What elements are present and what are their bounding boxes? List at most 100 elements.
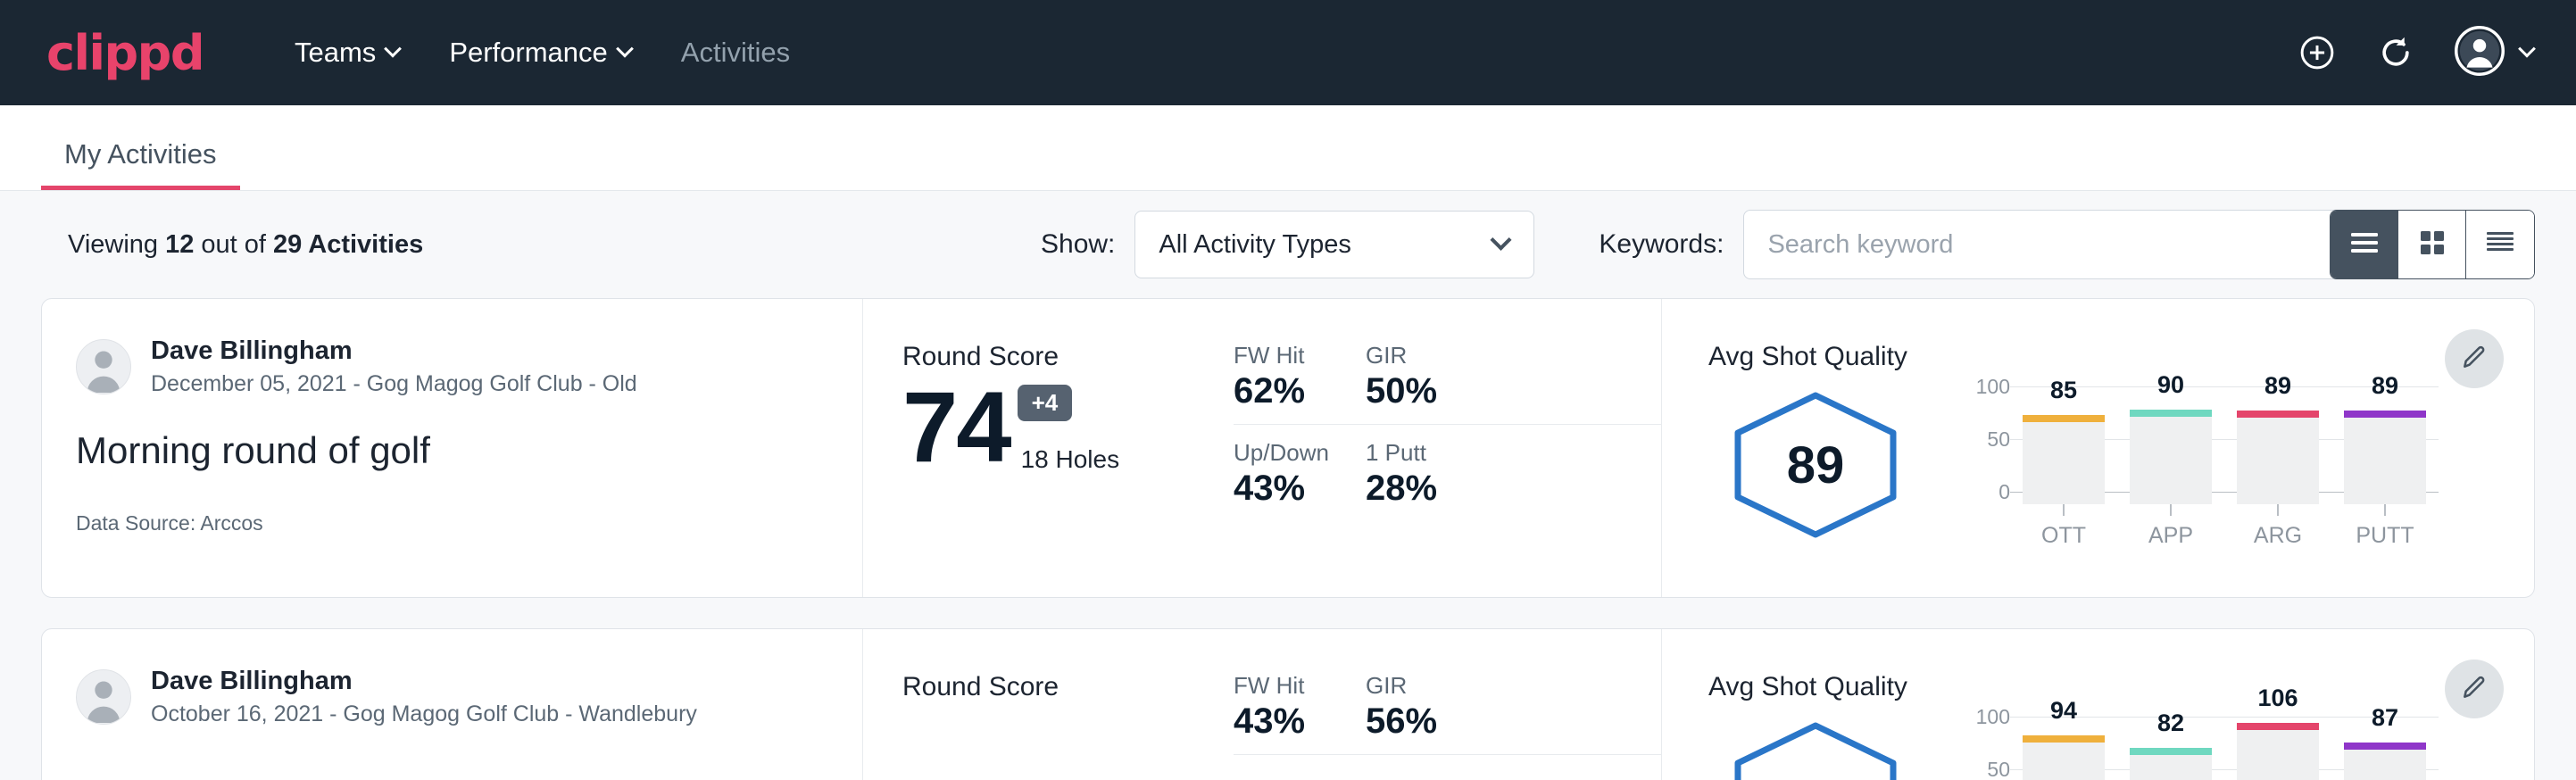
chevron-down-icon [616,40,634,58]
activity-info: Dave Billingham October 16, 2021 - Gog M… [42,629,863,780]
brand-logo[interactable]: clippd [46,25,204,81]
x-tick-label: PUTT [2356,523,2414,549]
nav-item-activities[interactable]: Activities [656,28,815,78]
x-tick-label: ARG [2254,523,2302,549]
bar-group-putt: 89 [2344,386,2426,504]
page-body: Viewing 12 out of 29 Activities Show: Al… [0,191,2576,780]
avatar [76,339,131,394]
x-tick-putt: PUTT [2344,504,2426,549]
round-stats-section: FW Hit 62% GIR 50% Up/Down 43% 1 Putt 28… [1234,299,1662,597]
tab-my-activities[interactable]: My Activities [41,138,240,190]
tab-bar: My Activities [0,105,2576,191]
viewing-summary: Viewing 12 out of 29 Activities [68,230,423,260]
stat-fw-hit-label: FW Hit [1234,342,1328,369]
refresh-icon[interactable] [2376,33,2415,72]
bar [2130,748,2212,780]
compact-list-icon [2485,229,2515,261]
bar-group-putt: 87 [2344,717,2426,780]
stat-one-putt: 1 Putt 28% [1366,439,1661,509]
avg-shot-quality-section: Avg Shot Quality 100 50 [1662,629,2534,780]
bar-group-arg: 89 [2237,386,2319,504]
chevron-down-icon [384,40,402,58]
viewing-prefix: Viewing [68,230,165,259]
bar-group-ott: 85 [2023,386,2105,504]
plus-circle-icon[interactable] [2298,33,2337,72]
bar-cap [2023,735,2105,743]
stat-fw-hit-value: 43% [1234,701,1328,742]
holes-label: 18 Holes [1021,445,1120,474]
bar-value-label: 89 [2237,372,2319,400]
chart-y-axis: 100 50 0 [1955,717,2010,780]
shot-quality-bar-chart: 100 50 0 948210687 OTTAPPARGPUTT [1955,711,2439,780]
list-view-button[interactable] [2331,211,2398,278]
grid-view-button[interactable] [2398,211,2466,278]
show-label: Show: [1041,229,1115,260]
activity-meta: October 16, 2021 - Gog Magog Golf Club -… [151,701,697,727]
nav-item-teams[interactable]: Teams [270,28,424,78]
shot-quality-bar-chart: 100 50 0 85908989 OTTAPPARGPUTT [1955,381,2439,549]
activity-type-select[interactable]: All Activity Types [1134,211,1534,278]
bar-value-label: 106 [2237,685,2319,712]
avg-shot-quality-label: Avg Shot Quality [1708,672,2534,702]
y-tick-100: 100 [1976,705,2010,729]
avg-shot-quality-label: Avg Shot Quality [1708,342,2534,372]
x-tick-app: APP [2130,504,2212,549]
activity-meta: December 05, 2021 - Gog Magog Golf Club … [151,371,637,397]
bar-cap [2344,743,2426,750]
stat-up-down-label: Up/Down [1234,439,1328,467]
nav-item-teams-label: Teams [295,37,376,69]
bar-cap [2130,748,2212,755]
stat-gir-value: 56% [1366,701,1624,742]
round-score-section: Round Score [863,629,1234,780]
score-differential-badge: +4 [1018,385,1073,421]
account-menu[interactable] [2455,26,2533,80]
edit-activity-button[interactable] [2445,660,2504,718]
activity-card[interactable]: Dave Billingham October 16, 2021 - Gog M… [41,628,2535,780]
round-score-section: Round Score 74 +4 18 Holes [863,299,1234,597]
avatar [76,669,131,725]
stat-fw-hit: FW Hit 43% [1234,672,1366,755]
avg-shot-quality-section: Avg Shot Quality 89 100 50 [1662,299,2534,597]
activity-author: Dave Billingham October 16, 2021 - Gog M… [76,667,828,727]
activity-card[interactable]: Dave Billingham December 05, 2021 - Gog … [41,298,2535,598]
bar-group-arg: 106 [2237,717,2319,780]
bar-group-app: 82 [2130,717,2212,780]
nav-item-activities-label: Activities [681,37,790,69]
activity-data-source: Data Source: Arccos [76,511,828,535]
filter-controls: Show: All Activity Types Keywords: [1041,210,2359,279]
bar-cap [2344,411,2426,418]
search-input[interactable] [1743,210,2359,279]
bar-value-label: 94 [2023,697,2105,725]
chevron-down-icon [1491,228,1512,250]
bar [2023,415,2105,504]
pencil-icon [2460,343,2489,376]
list-icon [2349,230,2380,260]
view-toggle-group [2330,210,2535,279]
bar-group-ott: 94 [2023,717,2105,780]
primary-nav: Teams Performance Activities [270,28,815,78]
nav-item-performance-label: Performance [449,37,607,69]
bar-cap [2237,723,2319,730]
bar [2237,723,2319,780]
stat-fw-hit: FW Hit 62% [1234,342,1366,425]
activity-info: Dave Billingham December 05, 2021 - Gog … [42,299,863,597]
stat-gir-label: GIR [1366,342,1624,369]
stat-fw-hit-label: FW Hit [1234,672,1328,700]
bar-cap [2237,411,2319,418]
chart-plot-area: 85908989 [2010,386,2439,504]
nav-item-performance[interactable]: Performance [424,28,655,78]
chart-y-axis: 100 50 0 [1955,386,2010,504]
quality-hexagon-value: 89 [1733,390,1899,540]
bar [2237,411,2319,504]
bar-group-app: 90 [2130,386,2212,504]
chevron-down-icon [2518,40,2536,58]
activity-author: Dave Billingham December 05, 2021 - Gog … [76,336,828,397]
grid-icon [2418,228,2447,261]
round-score-label: Round Score [902,672,1234,702]
bar-value-label: 90 [2130,371,2212,399]
edit-activity-button[interactable] [2445,329,2504,388]
chart-x-axis: OTTAPPARGPUTT [2010,504,2439,549]
author-name: Dave Billingham [151,667,697,696]
activity-type-select-value: All Activity Types [1159,230,1350,260]
compact-view-button[interactable] [2466,211,2534,278]
